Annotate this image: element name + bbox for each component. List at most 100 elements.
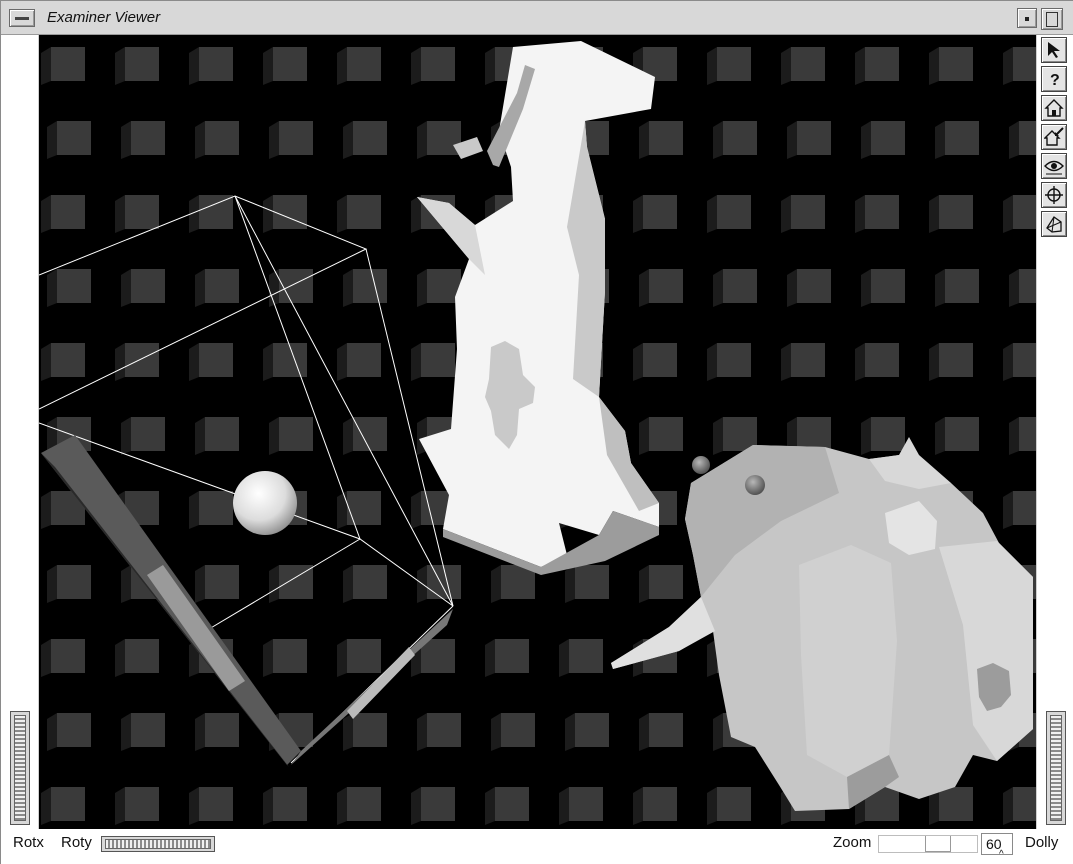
background-cube	[421, 343, 455, 377]
background-cube-side	[855, 47, 865, 85]
background-cube-side	[713, 121, 723, 159]
background-cube-side	[115, 47, 125, 85]
question-mark-icon: ?	[1050, 72, 1060, 89]
zoom-slider[interactable]	[878, 835, 978, 853]
background-cube-side	[781, 47, 791, 85]
zoom-slider-knob[interactable]	[925, 836, 951, 852]
background-cube-side	[121, 565, 131, 603]
background-cube	[421, 639, 455, 673]
background-cube-side	[195, 565, 205, 603]
help-button[interactable]: ?	[1041, 66, 1067, 92]
background-cube-side	[1009, 269, 1019, 307]
background-cube	[717, 787, 751, 821]
maximize-button[interactable]	[1041, 8, 1063, 30]
background-cube-side	[269, 565, 279, 603]
background-cube	[1013, 343, 1036, 377]
rotx-thumbwheel[interactable]	[10, 711, 30, 825]
background-cube	[57, 269, 91, 303]
background-cube	[791, 195, 825, 229]
background-cube-side	[41, 343, 51, 381]
home-button[interactable]	[1041, 95, 1067, 121]
background-cube	[279, 121, 313, 155]
background-cube-side	[565, 713, 575, 751]
background-cube-side	[929, 47, 939, 85]
projection-toggle-button[interactable]	[1041, 211, 1067, 237]
zoom-label: Zoom	[833, 834, 872, 851]
background-cube-side	[935, 121, 945, 159]
background-cube-side	[47, 269, 57, 307]
background-cube	[649, 417, 683, 451]
background-cube	[1013, 47, 1036, 81]
background-cube	[57, 121, 91, 155]
background-cube-side	[633, 787, 643, 825]
background-cube-side	[189, 343, 199, 381]
background-cube-side	[1009, 121, 1019, 159]
background-cube-side	[121, 713, 131, 751]
background-cube-side	[337, 639, 347, 677]
render-viewport[interactable]	[39, 35, 1036, 829]
set-home-button[interactable]	[1041, 124, 1067, 150]
roty-thumbwheel[interactable]	[101, 836, 215, 852]
background-cube-side	[343, 269, 353, 307]
background-cube	[273, 47, 307, 81]
background-cube	[279, 417, 313, 451]
background-cube	[199, 195, 233, 229]
background-cube-side	[707, 343, 717, 381]
background-cube	[945, 417, 979, 451]
background-cube	[273, 195, 307, 229]
background-cube	[51, 343, 85, 377]
background-cube	[199, 47, 233, 81]
background-cube-side	[195, 121, 205, 159]
background-cube	[643, 195, 677, 229]
background-cube	[353, 417, 387, 451]
background-cube	[945, 269, 979, 303]
background-cube-side	[707, 787, 717, 825]
background-cube-side	[639, 269, 649, 307]
background-cube-side	[115, 639, 125, 677]
background-cube-side	[935, 269, 945, 307]
background-cube-side	[639, 565, 649, 603]
background-cube	[347, 787, 381, 821]
window-menu-button[interactable]	[9, 9, 35, 27]
minimize-button[interactable]	[1017, 8, 1037, 28]
dolly-label: Dolly	[1025, 834, 1059, 851]
background-cube-side	[269, 269, 279, 307]
eye-icon	[1044, 160, 1064, 175]
background-cube-side	[47, 713, 57, 751]
background-cube-side	[337, 787, 347, 825]
background-cube-side	[929, 343, 939, 381]
background-cube-side	[189, 787, 199, 825]
background-cube	[57, 713, 91, 747]
background-cube	[205, 121, 239, 155]
background-cube-side	[263, 787, 273, 825]
background-cube	[791, 343, 825, 377]
background-cube	[427, 713, 461, 747]
background-cube-side	[781, 195, 791, 233]
background-cube	[945, 121, 979, 155]
background-cube	[347, 195, 381, 229]
background-cube-side	[41, 639, 51, 677]
examiner-viewer-window: Examiner Viewer ? Rotx Roty Zoom 60 ^ Do…	[0, 0, 1073, 864]
seek-button[interactable]	[1041, 182, 1067, 208]
background-cube-side	[713, 417, 723, 455]
background-cube-side	[343, 713, 353, 751]
title-bar[interactable]: Examiner Viewer	[1, 1, 1073, 35]
background-cube	[273, 639, 307, 673]
background-cube	[205, 565, 239, 599]
view-all-button[interactable]	[1041, 153, 1067, 179]
rotx-label: Rotx	[13, 834, 44, 851]
background-cube-side	[411, 491, 421, 529]
zoom-caret-icon: ^	[999, 849, 1004, 860]
background-cube	[575, 713, 609, 747]
background-cube-side	[1003, 491, 1013, 529]
background-cube-side	[781, 343, 791, 381]
pick-mode-button[interactable]	[1041, 37, 1067, 63]
dolly-thumbwheel[interactable]	[1046, 711, 1066, 825]
background-cube	[131, 121, 165, 155]
background-cube-side	[411, 195, 421, 233]
zoom-value-field[interactable]: 60	[981, 833, 1013, 855]
window-title: Examiner Viewer	[47, 9, 161, 26]
set-home-icon	[1044, 127, 1064, 146]
background-cube	[865, 343, 899, 377]
background-cube-side	[417, 121, 427, 159]
